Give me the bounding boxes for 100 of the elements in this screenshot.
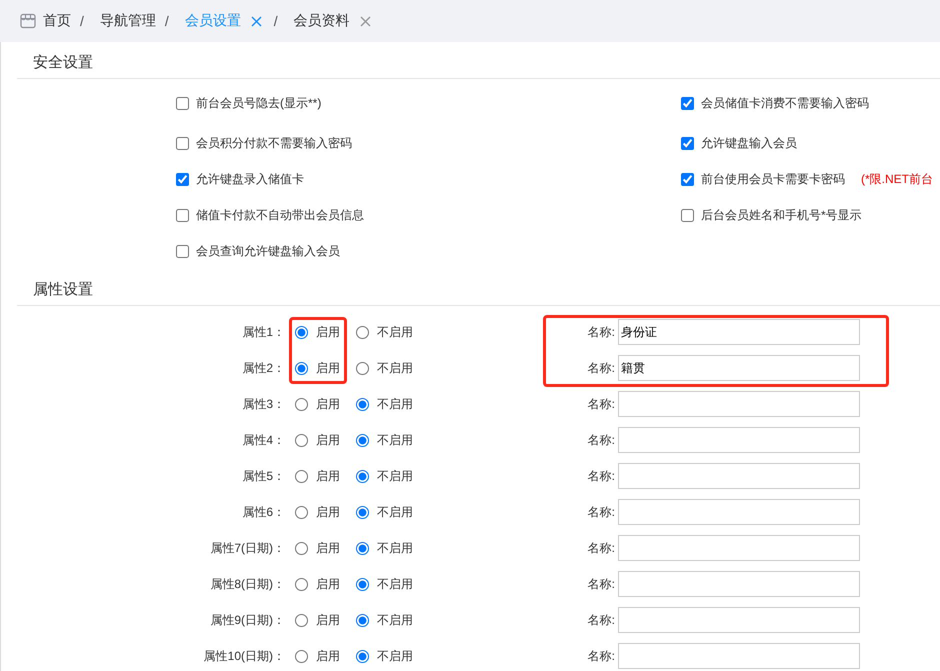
radio-label: 不启用 — [377, 504, 413, 520]
attribute-label: 属性2： — [242, 360, 285, 376]
section-title: 属性设置 — [33, 280, 93, 300]
attribute-label: 属性7(日期)： — [210, 540, 285, 556]
close-icon[interactable] — [250, 16, 262, 26]
attribute-label: 属性6： — [242, 504, 285, 520]
name-input[interactable] — [618, 499, 860, 525]
radio-label: 不启用 — [377, 396, 413, 412]
radio-label: 不启用 — [377, 432, 413, 448]
radio-label: 不启用 — [377, 468, 413, 484]
radio-button[interactable] — [356, 578, 369, 590]
name-input[interactable] — [618, 643, 860, 669]
checkbox[interactable] — [681, 136, 694, 150]
radio-label: 不启用 — [377, 576, 413, 592]
name-label: 名称: — [588, 468, 615, 484]
name-label: 名称: — [588, 396, 615, 412]
radio-button[interactable] — [295, 434, 308, 446]
name-label: 名称: — [588, 540, 615, 556]
checkbox-label: 允许键盘输入会员 — [701, 134, 797, 152]
name-input[interactable] — [618, 607, 860, 633]
close-icon[interactable] — [360, 16, 371, 26]
name-input[interactable]: 身份证 — [618, 319, 860, 345]
checkbox-label: 会员储值卡消费不需要输入密码 — [701, 94, 869, 112]
name-label: 名称: — [588, 360, 615, 376]
name-label: 名称: — [588, 576, 615, 592]
radio-button[interactable] — [295, 542, 308, 554]
name-label: 名称: — [588, 612, 615, 628]
radio-label: 不启用 — [377, 648, 413, 664]
checkbox[interactable] — [176, 244, 189, 258]
name-input[interactable] — [618, 535, 860, 561]
radio-label: 启用 — [316, 360, 340, 376]
checkbox-label: 储值卡付款不自动带出会员信息 — [196, 206, 364, 224]
checkbox[interactable] — [176, 136, 189, 150]
radio-label: 启用 — [316, 612, 340, 628]
attribute-label: 属性9(日期)： — [210, 612, 285, 628]
radio-label: 不启用 — [377, 324, 413, 340]
breadcrumb-separator: / — [164, 13, 169, 29]
name-input[interactable] — [618, 571, 860, 597]
radio-button[interactable] — [356, 470, 369, 482]
radio-label: 启用 — [316, 504, 340, 520]
checkbox[interactable] — [176, 172, 189, 186]
tab[interactable]: 会员资料 — [294, 12, 350, 30]
name-label: 名称: — [588, 324, 615, 340]
radio-button[interactable] — [356, 326, 369, 338]
checkbox[interactable] — [681, 172, 694, 186]
radio-button[interactable] — [295, 470, 308, 482]
checkbox[interactable] — [176, 96, 189, 110]
radio-button[interactable] — [295, 650, 308, 662]
radio-label: 启用 — [316, 468, 340, 484]
radio-button[interactable] — [356, 542, 369, 554]
breadcrumb-link[interactable]: 导航管理 — [100, 12, 156, 30]
checkbox-label: 会员查询允许键盘输入会员 — [196, 242, 340, 260]
checkbox[interactable] — [681, 96, 694, 110]
radio-button[interactable] — [295, 398, 308, 410]
checkbox-label: 允许键盘录入储值卡 — [196, 170, 304, 188]
checkbox-label: 前台会员号隐去(显示**) — [196, 94, 322, 112]
name-label: 名称: — [588, 648, 615, 664]
attribute-label: 属性1： — [242, 324, 285, 340]
attribute-label: 属性8(日期)： — [210, 576, 285, 592]
radio-button[interactable] — [295, 614, 308, 626]
radio-label: 启用 — [316, 432, 340, 448]
radio-button[interactable] — [295, 362, 308, 374]
section-title: 安全设置 — [33, 53, 93, 73]
breadcrumb-link[interactable]: 首页 — [43, 12, 71, 30]
name-input[interactable] — [618, 391, 860, 417]
radio-label: 启用 — [316, 576, 340, 592]
radio-button[interactable] — [356, 506, 369, 518]
attribute-label: 属性4： — [242, 432, 285, 448]
radio-button[interactable] — [295, 578, 308, 590]
radio-label: 启用 — [316, 540, 340, 556]
attribute-label: 属性10(日期)： — [204, 648, 285, 664]
radio-button[interactable] — [356, 362, 369, 374]
breadcrumb-separator: / — [80, 13, 84, 29]
name-input[interactable] — [618, 427, 860, 453]
radio-button[interactable] — [295, 326, 308, 338]
checkbox[interactable] — [681, 208, 694, 222]
attribute-label: 属性5： — [242, 468, 285, 484]
checkbox-label: 后台会员姓名和手机号*号显示 — [701, 206, 862, 224]
radio-button[interactable] — [295, 506, 308, 518]
attribute-label: 属性3： — [242, 396, 285, 412]
name-input[interactable] — [618, 463, 860, 489]
checkbox[interactable] — [176, 208, 189, 222]
radio-button[interactable] — [356, 614, 369, 626]
name-input[interactable]: 籍贯 — [618, 355, 860, 381]
radio-label: 启用 — [316, 396, 340, 412]
radio-label: 启用 — [316, 648, 340, 664]
note-text: (*限.NET前台 — [861, 170, 933, 188]
checkbox-label: 前台使用会员卡需要卡密码 — [701, 170, 845, 188]
name-label: 名称: — [588, 432, 615, 448]
radio-label: 启用 — [316, 324, 340, 340]
name-label: 名称: — [588, 504, 615, 520]
radio-button[interactable] — [356, 434, 369, 446]
storefront-icon[interactable] — [20, 13, 36, 29]
radio-button[interactable] — [356, 650, 369, 662]
radio-label: 不启用 — [377, 360, 413, 376]
radio-button[interactable] — [356, 398, 369, 410]
radio-label: 不启用 — [377, 612, 413, 628]
breadcrumb-separator: / — [274, 13, 278, 29]
checkbox-label: 会员积分付款不需要输入密码 — [196, 134, 352, 152]
radio-label: 不启用 — [377, 540, 413, 556]
